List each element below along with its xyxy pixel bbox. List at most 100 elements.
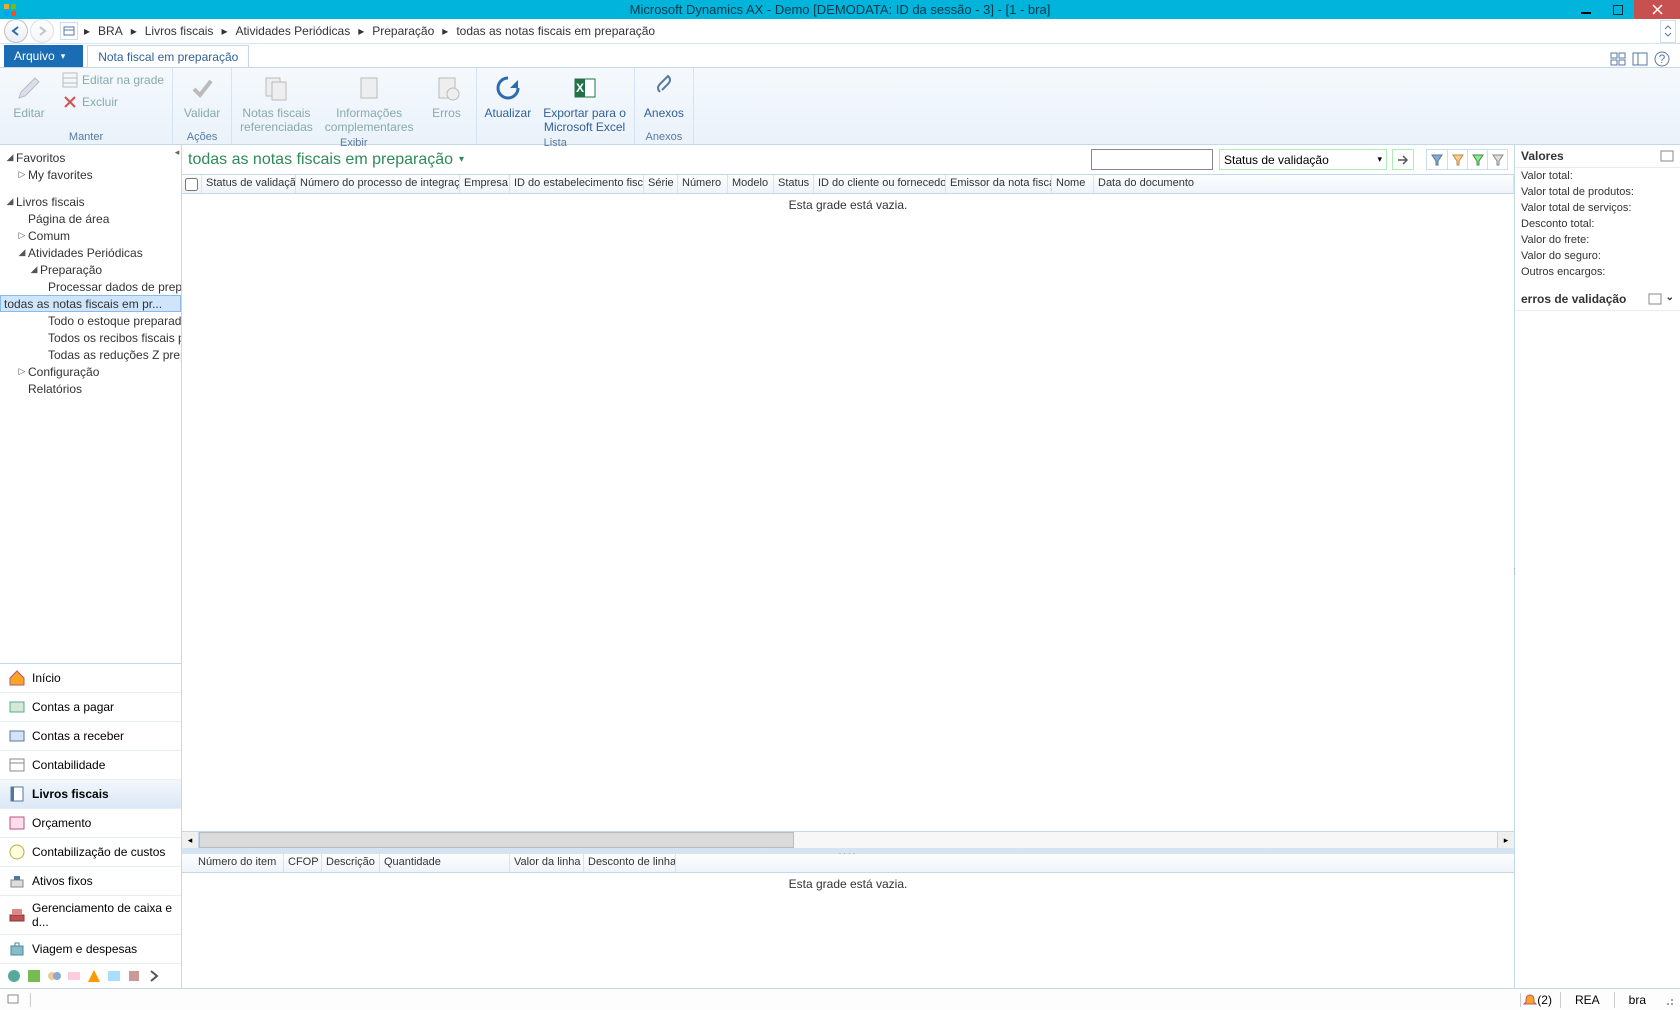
livros-fiscais-node[interactable]: ◢Livros fiscais: [0, 193, 181, 210]
details-section-erros[interactable]: erros de validação ⌄: [1515, 288, 1680, 311]
column-header[interactable]: CFOP: [284, 854, 322, 872]
collapse-nav-button[interactable]: ◂: [172, 147, 182, 158]
errors-button[interactable]: Erros: [422, 70, 472, 122]
overflow-expand-button[interactable]: [146, 968, 162, 984]
list-title-dropdown[interactable]: ▾: [459, 154, 464, 165]
delete-button[interactable]: Excluir: [58, 92, 168, 112]
edit-button[interactable]: Editar: [4, 70, 54, 122]
column-header[interactable]: Data do documento: [1094, 175, 1514, 193]
select-all-checkbox[interactable]: [182, 175, 202, 193]
breadcrumb-history-button[interactable]: [1660, 20, 1676, 43]
prep-child[interactable]: Processar dados de preparo: [0, 278, 181, 295]
column-header[interactable]: Empresa: [460, 175, 510, 193]
overflow-icon[interactable]: [66, 968, 82, 984]
overflow-icon[interactable]: [46, 968, 62, 984]
column-header[interactable]: Status de validação: [202, 175, 296, 193]
export-excel-button[interactable]: XExportar para o Microsoft Excel: [539, 70, 630, 136]
column-header[interactable]: Valor da linha: [510, 854, 584, 872]
column-header[interactable]: Status: [774, 175, 814, 193]
breadcrumb-item[interactable]: Livros fiscais: [139, 20, 220, 43]
breadcrumb-item[interactable]: BRA: [92, 20, 129, 43]
resize-grip-icon[interactable]: [1662, 994, 1674, 1006]
column-header[interactable]: Descrição: [322, 854, 380, 872]
filter-by-selection-icon[interactable]: [1447, 150, 1467, 169]
module-inicio[interactable]: Início: [0, 664, 181, 693]
overflow-icon[interactable]: [106, 968, 122, 984]
relatorios-node[interactable]: Relatórios: [0, 380, 181, 397]
section-view-icon[interactable]: [1648, 292, 1662, 306]
module-contas-pagar[interactable]: Contas a pagar: [0, 693, 181, 722]
prep-child-selected[interactable]: todas as notas fiscais em pr...: [0, 295, 181, 312]
filter-apply-button[interactable]: [1392, 149, 1414, 170]
overflow-icon[interactable]: [86, 968, 102, 984]
column-header[interactable]: ID do cliente ou fornecedor: [814, 175, 946, 193]
minimize-button[interactable]: [1570, 0, 1602, 19]
attachments-button[interactable]: Anexos: [639, 70, 689, 122]
column-header[interactable]: Série: [644, 175, 678, 193]
refresh-button[interactable]: Atualizar: [481, 70, 536, 122]
search-input[interactable]: [1091, 149, 1213, 170]
status-icon[interactable]: [6, 992, 22, 1008]
module-ativos[interactable]: Ativos fixos: [0, 867, 181, 896]
prep-child[interactable]: Todos os recibos fiscais pre...: [0, 329, 181, 346]
filter-advanced-icon[interactable]: [1467, 150, 1487, 169]
company-label[interactable]: bra: [1623, 993, 1652, 1007]
module-custos[interactable]: Contabilização de custos: [0, 838, 181, 867]
grid-scrollbar[interactable]: ◂ ▸: [182, 831, 1514, 848]
my-favorites-node[interactable]: ▷My favorites: [0, 166, 181, 183]
preparacao-node[interactable]: ◢Preparação: [0, 261, 181, 278]
module-contabilidade[interactable]: Contabilidade: [0, 751, 181, 780]
breadcrumb-item[interactable]: Preparação: [366, 20, 440, 43]
close-button[interactable]: [1634, 0, 1680, 19]
scroll-thumb[interactable]: [199, 832, 794, 848]
details-splitter[interactable]: ···: [1510, 567, 1519, 575]
column-header[interactable]: ID do estabelecimento fiscal: [510, 175, 644, 193]
configuracao-node[interactable]: ▷Configuração: [0, 363, 181, 380]
referenced-button[interactable]: Notas fiscais referenciadas: [236, 70, 317, 136]
edit-in-grid-button[interactable]: Editar na grade: [58, 70, 168, 90]
complementary-button[interactable]: Informações complementares: [321, 70, 418, 136]
column-header[interactable]: Nome: [1052, 175, 1094, 193]
filter-icon[interactable]: [1427, 150, 1447, 169]
module-contas-receber[interactable]: Contas a receber: [0, 722, 181, 751]
file-menu[interactable]: Arquivo: [4, 45, 83, 67]
module-caixa[interactable]: Gerenciamento de caixa e d...: [0, 896, 181, 935]
view-mode-icon[interactable]: [1610, 51, 1626, 67]
details-section-valores[interactable]: Valores: [1515, 145, 1680, 168]
splitter-handle[interactable]: ····: [839, 849, 858, 858]
area-page-node[interactable]: Página de área: [0, 210, 181, 227]
filter-field-dropdown[interactable]: Status de validação▾: [1219, 149, 1387, 170]
module-orcamento[interactable]: Orçamento: [0, 809, 181, 838]
column-header[interactable]: Emissor da nota fiscal: [946, 175, 1052, 193]
address-icon[interactable]: [60, 22, 78, 40]
validate-button[interactable]: Validar: [177, 70, 227, 122]
overflow-icon[interactable]: [126, 968, 142, 984]
column-header[interactable]: Número do processo de integração: [296, 175, 460, 193]
breadcrumb-item[interactable]: todas as notas fiscais em preparação: [450, 20, 661, 43]
layout-icon[interactable]: [1632, 51, 1648, 67]
scroll-left-button[interactable]: ◂: [182, 832, 199, 848]
column-header[interactable]: Desconto de linha: [584, 854, 676, 872]
column-header[interactable]: Número: [678, 175, 728, 193]
section-view-icon[interactable]: [1660, 149, 1674, 163]
prep-child[interactable]: Todas as reduções Z prepar...: [0, 346, 181, 363]
prep-child[interactable]: Todo o estoque preparado ...: [0, 312, 181, 329]
notification-icon[interactable]: (2): [1523, 993, 1552, 1007]
nav-back-button[interactable]: [4, 19, 28, 43]
help-icon[interactable]: ?: [1654, 51, 1670, 67]
comum-node[interactable]: ▷Comum: [0, 227, 181, 244]
overflow-icon[interactable]: [26, 968, 42, 984]
favorites-node[interactable]: ◢Favoritos: [0, 149, 181, 166]
periodicas-node[interactable]: ◢Atividades Periódicas: [0, 244, 181, 261]
filter-clear-icon[interactable]: [1487, 150, 1507, 169]
nav-forward-button[interactable]: [30, 19, 54, 43]
column-header[interactable]: Modelo: [728, 175, 774, 193]
module-viagem[interactable]: Viagem e despesas: [0, 935, 181, 964]
section-expand-icon[interactable]: ⌄: [1666, 292, 1674, 306]
currency-label[interactable]: REA: [1569, 993, 1606, 1007]
module-livros-fiscais[interactable]: Livros fiscais: [0, 780, 181, 809]
column-header[interactable]: Número do item: [194, 854, 284, 872]
column-header[interactable]: Quantidade: [380, 854, 510, 872]
overflow-icon[interactable]: [6, 968, 22, 984]
maximize-button[interactable]: [1602, 0, 1634, 19]
